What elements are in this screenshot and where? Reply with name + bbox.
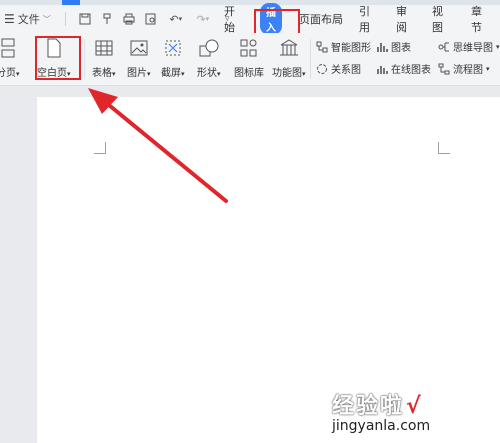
picture-icon (129, 38, 149, 58)
margin-corner-top-left (94, 142, 106, 154)
redo-icon[interactable]: ↷ ▾ (194, 13, 212, 26)
divider (84, 39, 85, 79)
checkmark-icon: √ (406, 394, 421, 419)
blank-page-highlight (35, 36, 81, 80)
chart-button[interactable]: 图表 (376, 39, 411, 54)
scissors-icon (163, 38, 183, 58)
chevron-down-icon: ▾ (112, 70, 116, 78)
shapes-button[interactable]: 形状▾ (197, 38, 221, 79)
chevron-down-icon: ▾ (496, 42, 500, 51)
hamburger-icon: ☰ (4, 12, 15, 26)
chevron-down-icon: ▾ (147, 70, 151, 78)
insert-tab-highlight (254, 9, 300, 35)
tab-page-layout[interactable]: 页面布局 (299, 11, 343, 27)
chevron-down-icon: ▾ (181, 70, 185, 78)
tab-section[interactable]: 章节 (471, 3, 482, 35)
online-chart-label: 在线图表 (391, 65, 431, 76)
file-menu-label: 文件 (17, 13, 40, 26)
icon-library-button[interactable]: 图标库 (234, 38, 264, 79)
chevron-down-icon: ▾ (486, 64, 490, 73)
tab-view[interactable]: 视图 (432, 3, 443, 35)
tab-review[interactable]: 审阅 (396, 3, 407, 35)
bar-chart-icon (376, 41, 388, 53)
file-menu[interactable]: ☰ 文件 ﹀ (4, 11, 51, 27)
relation-chart-label: 关系图 (331, 65, 361, 76)
divider (310, 39, 311, 79)
flowchart-icon (438, 63, 450, 75)
picture-label: 图片 (127, 68, 147, 79)
page-break-button[interactable]: 分页▾ (0, 38, 20, 79)
online-chart-button[interactable]: 在线图表 (376, 61, 431, 76)
function-chart-icon (279, 38, 299, 58)
flowchart-button[interactable]: 流程图 ▾ (438, 61, 490, 76)
icon-library-label: 图标库 (234, 68, 264, 79)
page-break-label: 分页 (0, 68, 16, 79)
save-icon[interactable] (79, 13, 92, 26)
online-chart-icon (376, 63, 388, 75)
table-button[interactable]: 表格▾ (92, 38, 116, 79)
picture-button[interactable]: 图片▾ (127, 38, 151, 79)
relation-chart-button[interactable]: 关系图 (316, 61, 361, 76)
watermark: 经验啦√ jingyanla.com (332, 388, 500, 434)
undo-icon[interactable]: ↶ ▾ (167, 13, 185, 26)
icon-library-icon (239, 38, 259, 58)
mind-map-button[interactable]: 思维导图 ▾ (438, 39, 500, 54)
menu-bar: ☰ 文件 ﹀ ↶ ▾ ↷ ▾ ▿ 开始 插入 页面布局 引用 审阅 视图 章节 (0, 3, 500, 35)
shapes-icon (199, 38, 219, 58)
screenshot-button[interactable]: 截屏▾ (161, 38, 185, 79)
screenshot-label: 截屏 (161, 68, 181, 79)
chevron-down-icon: ﹀ (42, 14, 51, 24)
quick-access-toolbar: ↶ ▾ ↷ ▾ ▿ (61, 12, 234, 26)
shapes-label: 形状 (197, 68, 217, 79)
mind-map-label: 思维导图 (453, 43, 493, 54)
format-painter-icon[interactable] (101, 13, 114, 26)
divider (64, 12, 66, 26)
smart-art-button[interactable]: 智能图形 (316, 39, 371, 54)
flowchart-label: 流程图 (453, 65, 483, 76)
tab-home[interactable]: 开始 (224, 3, 235, 35)
table-label: 表格 (92, 68, 112, 79)
function-chart-button[interactable]: 功能图▾ (272, 38, 306, 79)
tab-references[interactable]: 引用 (359, 3, 370, 35)
watermark-text: 经验啦 (332, 394, 405, 419)
chart-label: 图表 (391, 43, 411, 54)
relation-chart-icon (316, 63, 328, 75)
print-icon[interactable] (123, 13, 136, 26)
function-chart-label: 功能图 (272, 68, 302, 79)
smart-art-label: 智能图形 (331, 43, 371, 54)
mind-map-icon (438, 41, 450, 53)
smart-art-icon (316, 41, 328, 53)
table-icon (94, 38, 114, 58)
chevron-down-icon: ▾ (16, 70, 20, 78)
print-preview-icon[interactable] (145, 13, 158, 26)
margin-corner-top-right (438, 142, 450, 154)
chevron-down-icon: ▾ (217, 70, 221, 78)
watermark-url: jingyanla.com (332, 418, 431, 434)
chevron-down-icon: ▾ (302, 70, 306, 78)
page-break-icon (0, 38, 18, 58)
